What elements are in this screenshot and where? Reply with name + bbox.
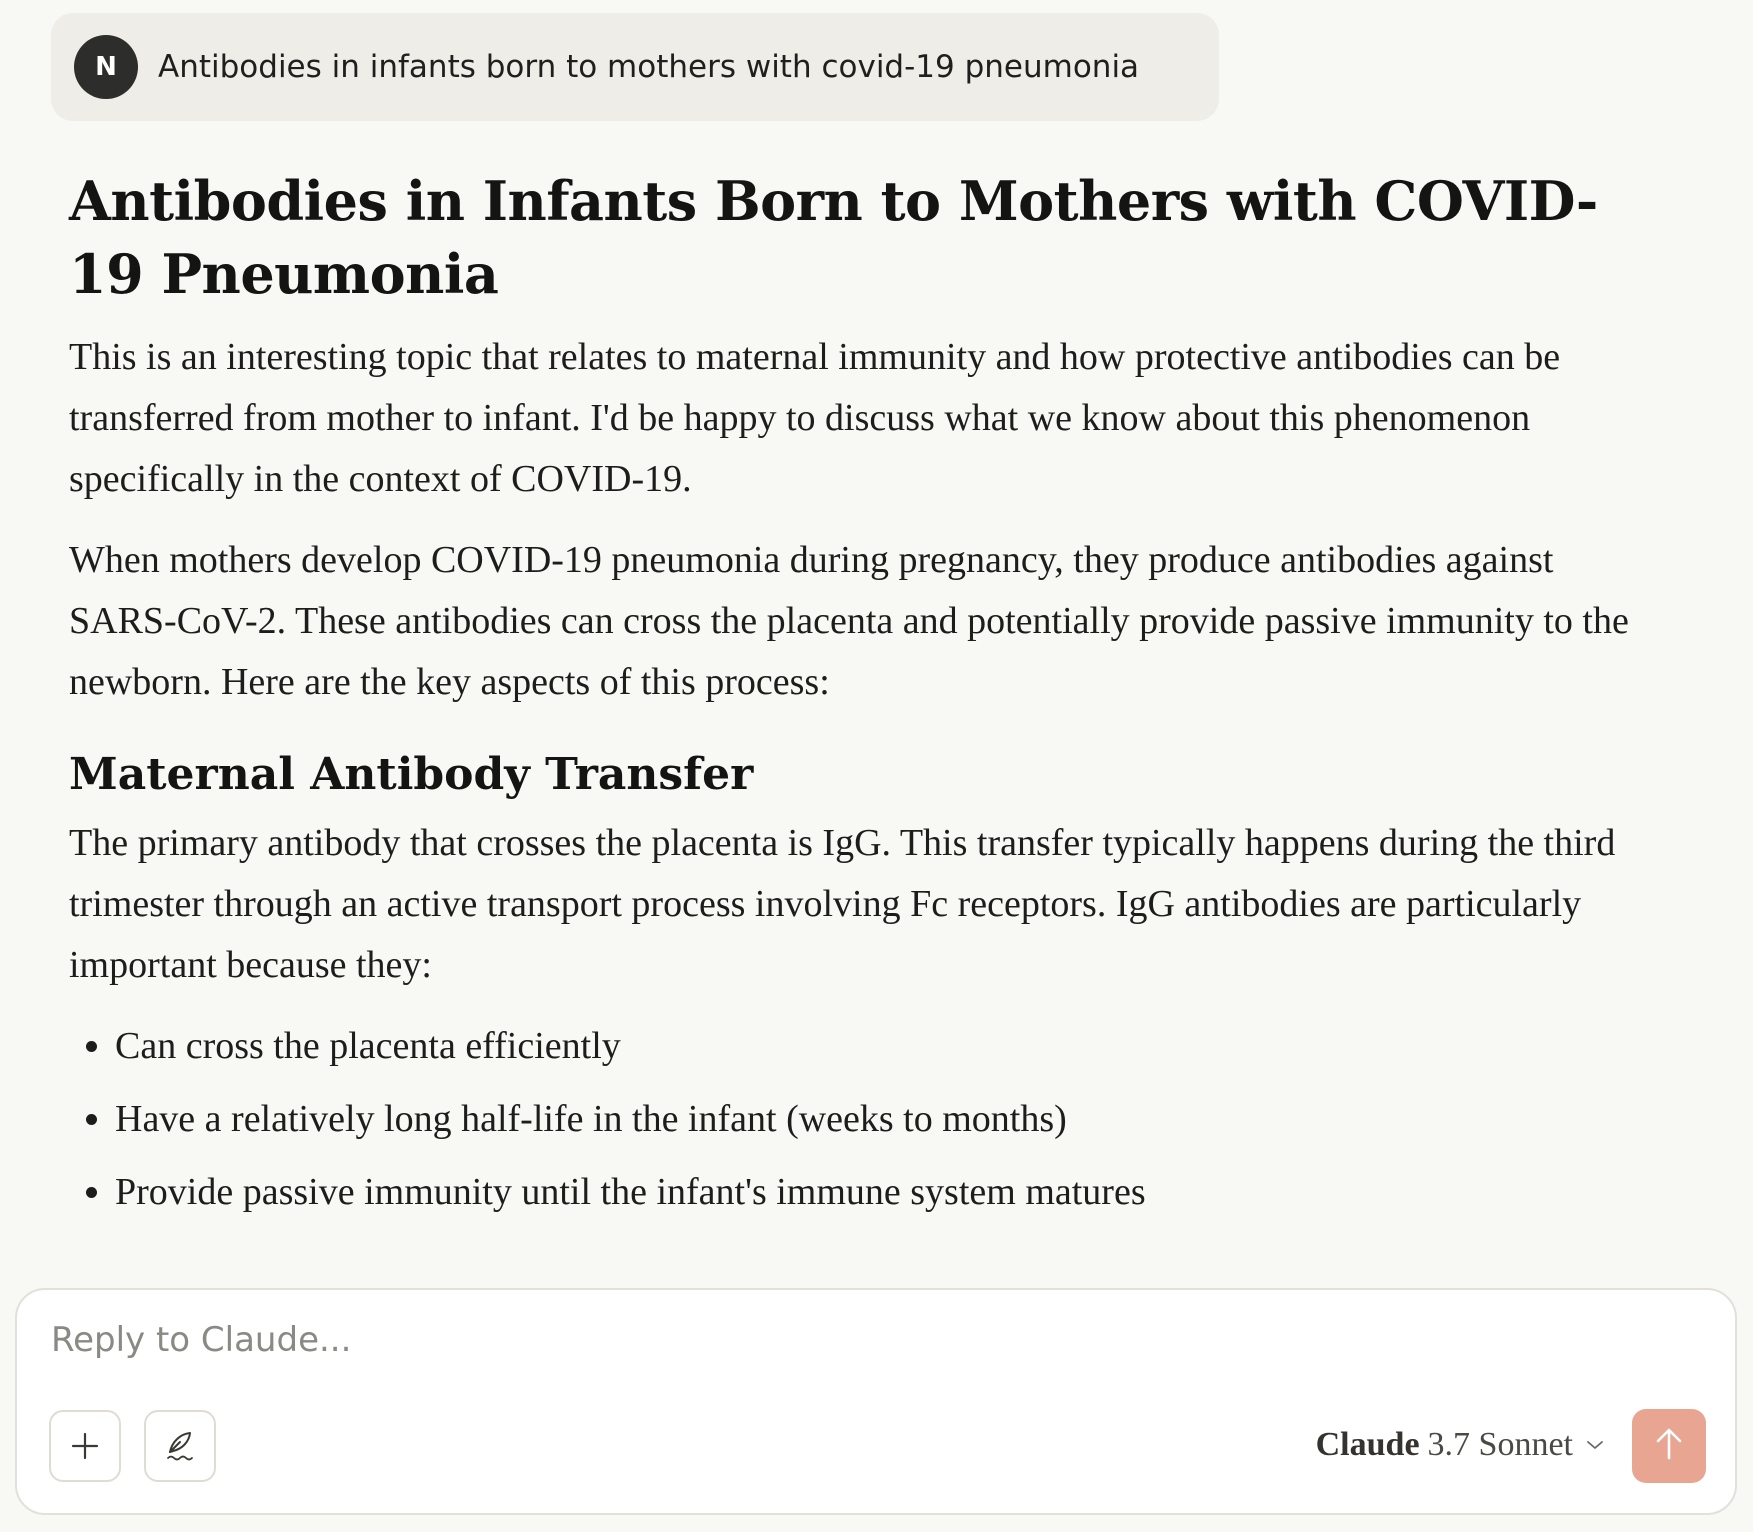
response-paragraph-2: When mothers develop COVID-19 pneumonia … bbox=[69, 539, 1629, 703]
style-button[interactable] bbox=[144, 1410, 216, 1482]
list-item: Provide passive immunity until the infan… bbox=[115, 1162, 1629, 1223]
assistant-response: Antibodies in Infants Born to Mothers wi… bbox=[69, 165, 1629, 1235]
response-paragraph-1: This is an interesting topic that relate… bbox=[69, 336, 1561, 500]
response-title: Antibodies in Infants Born to Mothers wi… bbox=[69, 169, 1598, 306]
user-avatar[interactable]: N bbox=[74, 35, 138, 99]
bullet-list: Can cross the placenta efficiently Have … bbox=[69, 1016, 1629, 1223]
model-brand: Claude bbox=[1315, 1426, 1420, 1463]
chevron-down-icon bbox=[1585, 1439, 1605, 1451]
list-item: Have a relatively long half-life in the … bbox=[115, 1089, 1629, 1150]
reply-input[interactable] bbox=[51, 1320, 1651, 1360]
user-message-bubble: N Antibodies in infants born to mothers … bbox=[51, 13, 1219, 121]
send-button[interactable] bbox=[1632, 1409, 1706, 1483]
add-attachment-button[interactable] bbox=[49, 1410, 121, 1482]
user-message-text: Antibodies in infants born to mothers wi… bbox=[158, 49, 1140, 85]
section-paragraph: The primary antibody that crosses the pl… bbox=[69, 822, 1616, 986]
section-heading: Maternal Antibody Transfer bbox=[69, 749, 754, 800]
plus-icon bbox=[70, 1431, 100, 1461]
quill-icon bbox=[162, 1428, 198, 1464]
list-item: Can cross the placenta efficiently bbox=[115, 1016, 1629, 1077]
arrow-up-icon bbox=[1654, 1427, 1684, 1465]
model-version: 3.7 Sonnet bbox=[1427, 1426, 1573, 1463]
reply-composer: Claude 3.7 Sonnet bbox=[15, 1288, 1737, 1515]
model-selector[interactable]: Claude 3.7 Sonnet bbox=[1316, 1420, 1605, 1470]
